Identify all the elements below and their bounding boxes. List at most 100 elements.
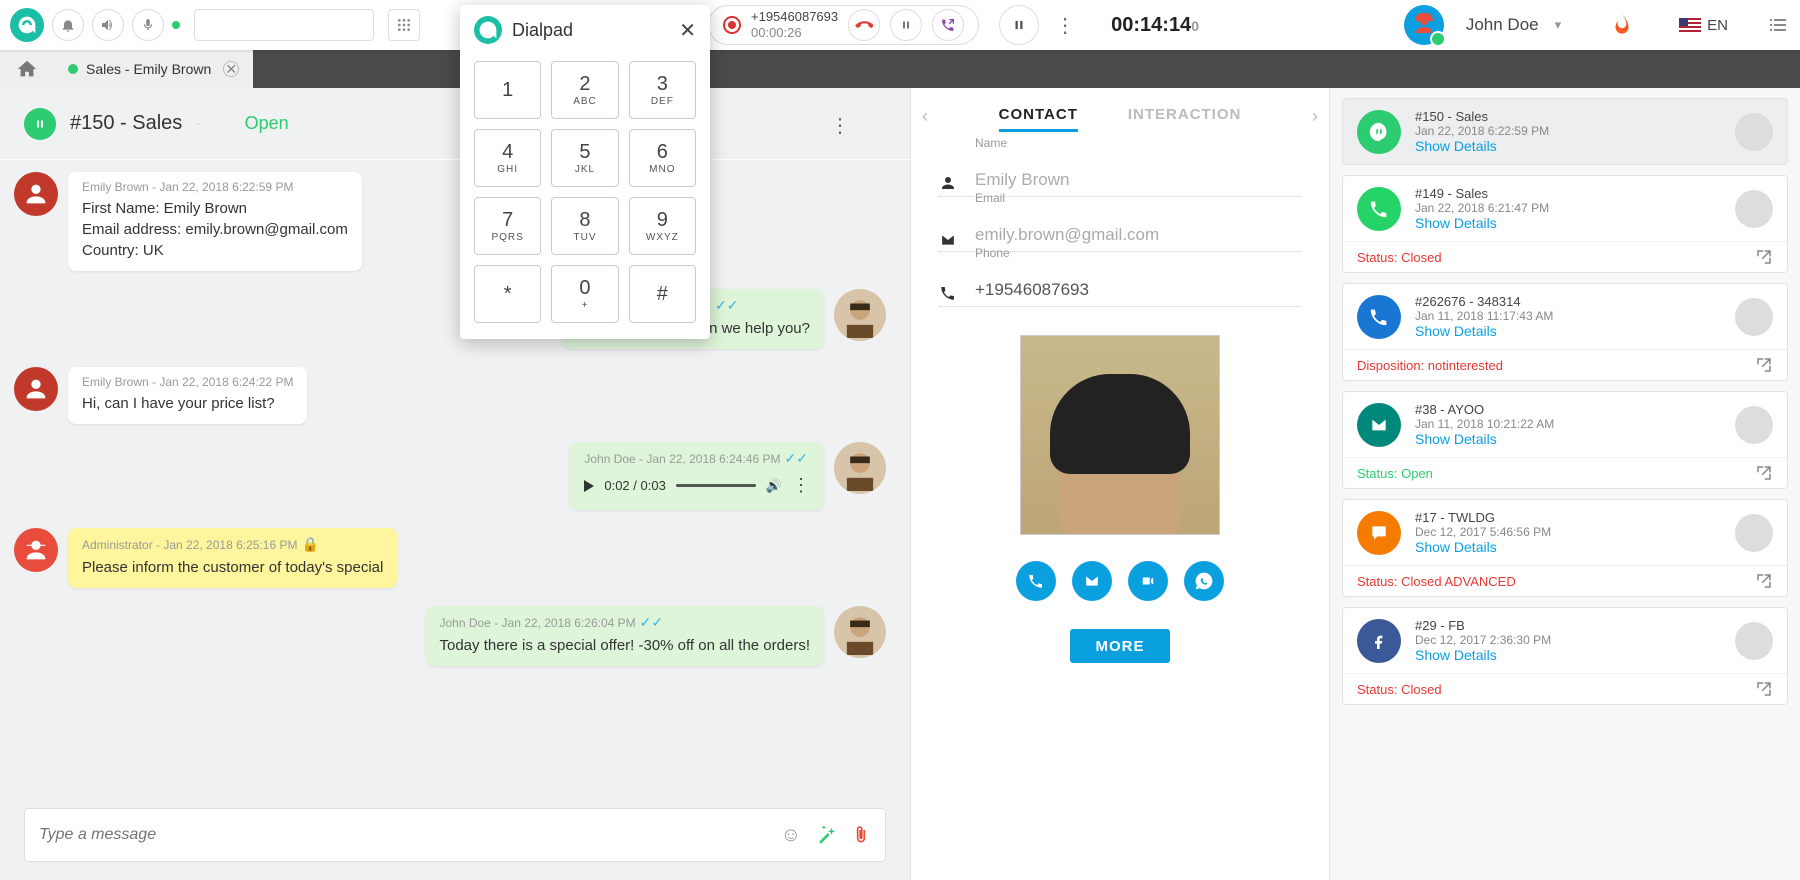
history-date: Dec 12, 2017 5:46:56 PM [1415,525,1721,539]
history-card[interactable]: #262676 - 348314Jan 11, 2018 11:17:43 AM… [1342,283,1788,381]
whatsapp-action-button[interactable] [1184,561,1224,601]
open-external-icon[interactable] [1755,356,1773,374]
hangouts-channel-icon [1357,110,1401,154]
transfer-button[interactable] [932,9,964,41]
dialpad-popup: Dialpad ✕ 12ABC3DEF4GHI5JKL6MNO7PQRS8TUV… [460,5,710,339]
dialpad-key-#[interactable]: # [629,265,696,323]
dialpad-key-2[interactable]: 2ABC [551,61,618,119]
notifications-icon[interactable] [52,9,84,41]
search-input[interactable] [194,9,374,41]
show-details-link[interactable]: Show Details [1415,647,1721,663]
video-action-button[interactable] [1128,561,1168,601]
lock-icon: 🔒 [301,536,318,553]
pause-interaction-button[interactable] [24,108,56,140]
tab-interaction[interactable]: INTERACTION [1128,100,1242,132]
call-action-button[interactable] [1016,561,1056,601]
history-date: Dec 12, 2017 2:36:30 PM [1415,633,1721,647]
home-tab[interactable] [0,50,54,88]
message-list: Emily Brown - Jan 22, 2018 6:22:59 PMFir… [0,160,910,808]
mic-icon[interactable] [132,9,164,41]
read-ticks-icon: ✓✓ [715,297,738,314]
user-avatar[interactable] [1404,5,1444,45]
contact-actions [939,561,1301,601]
emoji-icon[interactable]: ☺ [781,824,801,847]
dialpad-key-8[interactable]: 8TUV [551,197,618,255]
attachment-icon[interactable] [851,824,871,846]
conversation-more-icon[interactable]: ⋮ [830,113,850,138]
call-number: +19546087693 [751,9,838,25]
audio-more-icon[interactable]: ⋮ [792,475,810,496]
message-input[interactable] [39,826,767,844]
open-external-icon[interactable] [1755,572,1773,590]
audio-track[interactable] [676,484,756,487]
history-avatar [1735,190,1773,228]
magic-wand-icon[interactable] [815,824,837,846]
history-title: #150 - Sales [1415,109,1721,124]
show-details-link[interactable]: Show Details [1415,431,1721,447]
audio-player[interactable]: 0:02 / 0:03🔊⋮ [584,471,810,500]
message-bubble: John Doe - Jan 22, 2018 6:26:04 PM ✓✓Tod… [426,606,825,666]
agent-avatar [834,606,886,658]
history-card[interactable]: #150 - SalesJan 22, 2018 6:22:59 PMShow … [1342,98,1788,165]
dialpad-close-icon[interactable]: ✕ [679,18,696,43]
dialpad-key-0[interactable]: 0+ [551,265,618,323]
show-details-link[interactable]: Show Details [1415,138,1721,154]
tab-close-icon[interactable]: ✕ [223,61,239,77]
topbar: +19546087693 00:00:26 ⋮ 00:14:140 John D… [0,0,1800,50]
dialpad-key-5[interactable]: 5JKL [551,129,618,187]
history-card[interactable]: #17 - TWLDGDec 12, 2017 5:46:56 PMShow D… [1342,499,1788,597]
email-action-button[interactable] [1072,561,1112,601]
history-avatar [1735,113,1773,151]
flame-icon[interactable] [1609,12,1635,38]
dialpad-key-4[interactable]: 4GHI [474,129,541,187]
history-status: Status: Closed [1357,682,1442,697]
user-name: John Doe [1466,15,1539,35]
dialpad-key-9[interactable]: 9WXYZ [629,197,696,255]
dialpad-key-3[interactable]: 3DEF [629,61,696,119]
open-external-icon[interactable] [1755,464,1773,482]
open-external-icon[interactable] [1755,680,1773,698]
pause-big-button[interactable] [999,5,1039,45]
dialpad-key-*[interactable]: * [474,265,541,323]
history-card[interactable]: #38 - AYOOJan 11, 2018 10:21:22 AMShow D… [1342,391,1788,489]
volume-icon[interactable]: 🔊 [766,478,782,494]
hold-button[interactable] [890,9,922,41]
dialpad-key-7[interactable]: 7PQRS [474,197,541,255]
contact-phone-field: Phone+19546087693 [939,262,1301,307]
show-details-link[interactable]: Show Details [1415,323,1721,339]
show-details-link[interactable]: Show Details [1415,539,1721,555]
dialpad-key-1[interactable]: 1 [474,61,541,119]
agent-avatar [834,442,886,494]
status-check-icon [1430,31,1446,47]
more-button[interactable]: MORE [1070,629,1170,663]
history-date: Jan 11, 2018 11:17:43 AM [1415,309,1721,323]
history-card[interactable]: #29 - FBDec 12, 2017 2:36:30 PMShow Deta… [1342,607,1788,705]
list-menu-icon[interactable] [1766,13,1790,37]
chevron-down-icon[interactable]: ▾ [1555,17,1562,33]
language-selector[interactable]: EN [1679,17,1728,34]
history-card[interactable]: #149 - SalesJan 22, 2018 6:21:47 PMShow … [1342,175,1788,273]
message-row: John Doe - Jan 22, 2018 6:24:46 PM ✓✓0:0… [14,442,886,510]
show-details-link[interactable]: Show Details [1415,215,1721,231]
history-status: Status: Closed [1357,250,1442,265]
avatar-icon [14,172,58,216]
tab-contact[interactable]: CONTACT [999,100,1078,132]
history-title: #262676 - 348314 [1415,294,1721,309]
sound-icon[interactable] [92,9,124,41]
record-icon[interactable] [723,16,741,34]
message-meta: Emily Brown - Jan 22, 2018 6:24:22 PM [82,375,293,389]
status-online-dot [172,21,180,29]
open-external-icon[interactable] [1755,248,1773,266]
hangup-button[interactable] [848,9,880,41]
panel-next-icon[interactable]: › [1301,106,1329,127]
dialpad-key-6[interactable]: 6MNO [629,129,696,187]
history-title: #38 - AYOO [1415,402,1721,417]
message-meta: John Doe - Jan 22, 2018 6:26:04 PM ✓✓ [440,614,811,631]
message-row: John Doe - Jan 22, 2018 6:26:04 PM ✓✓Tod… [14,606,886,666]
apps-grid-icon[interactable] [388,9,420,41]
play-icon[interactable] [584,480,594,492]
conversation-tab[interactable]: Sales - Emily Brown ✕ [54,50,253,88]
panel-prev-icon[interactable]: ‹ [911,106,939,127]
call-more-icon[interactable]: ⋮ [1047,13,1083,38]
conversation-column: #150 - Sales · Open ⋮ Emily Brown - Jan … [0,88,910,880]
